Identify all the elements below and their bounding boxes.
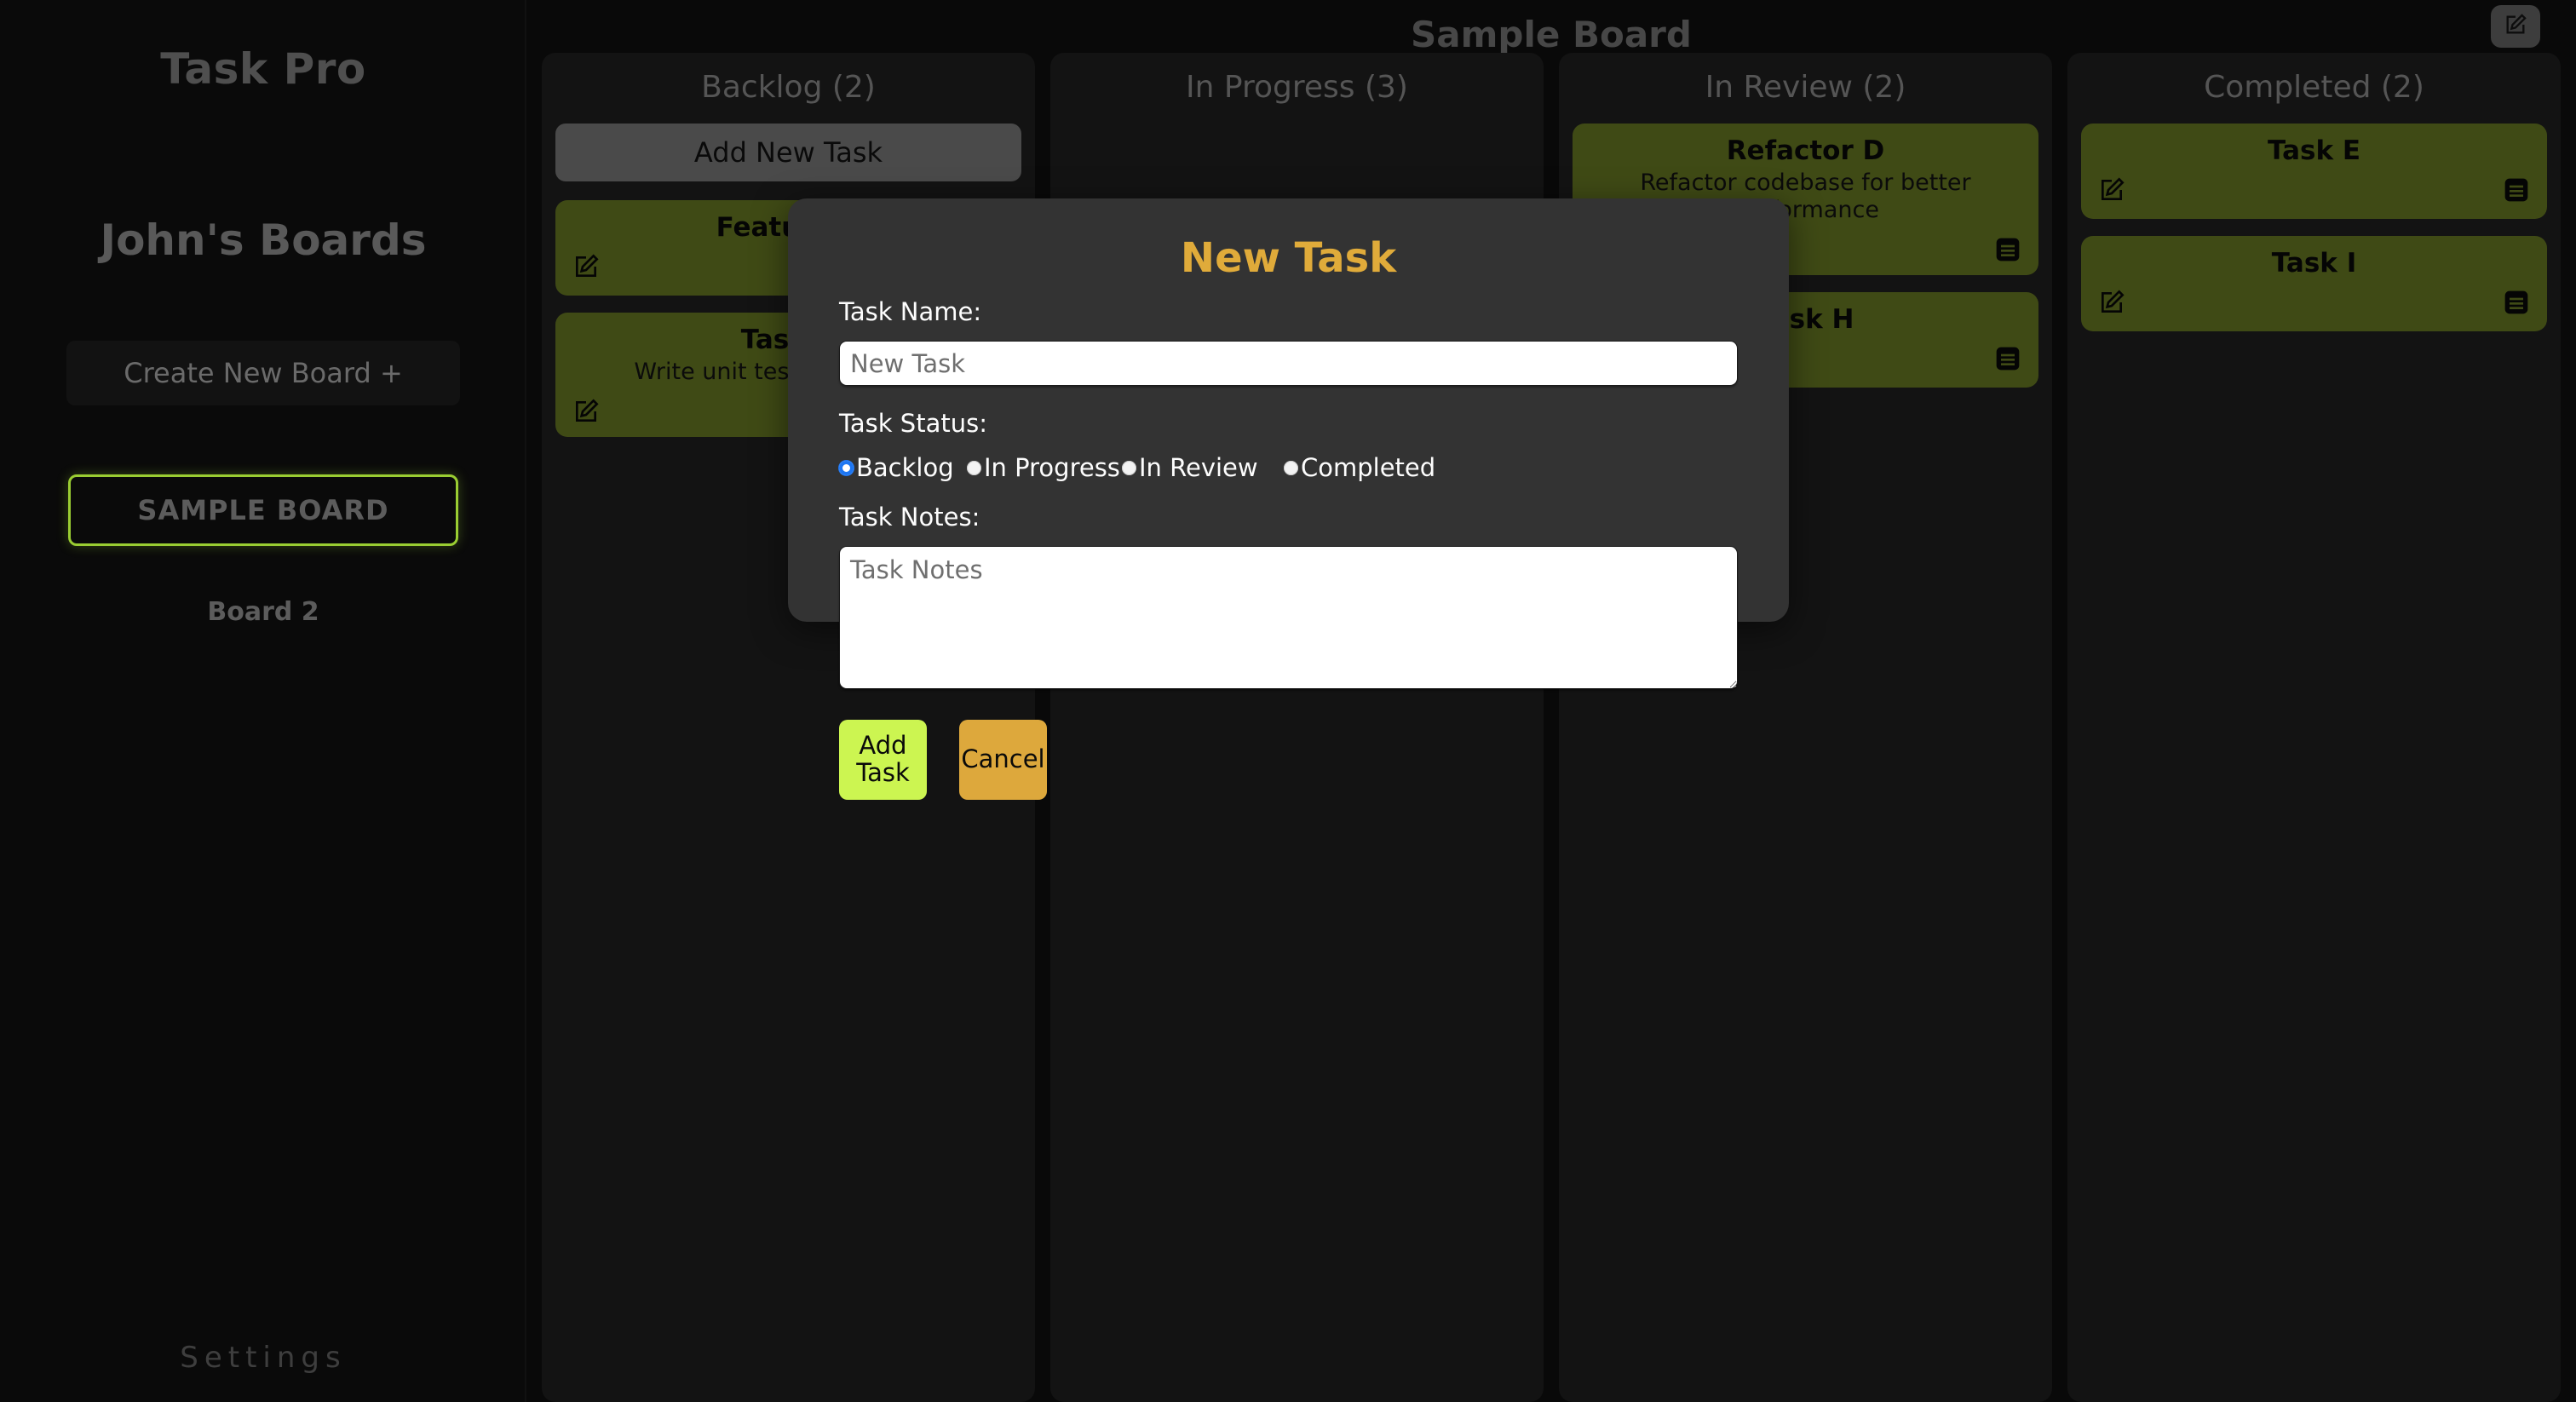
add-task-button[interactable]: Add Task	[839, 720, 927, 800]
boards-heading: John's Boards	[100, 215, 427, 265]
task-card-name: Refactor D	[1726, 135, 1885, 166]
status-radio-in-review[interactable]: In Review	[1122, 453, 1284, 482]
app-title: Task Pro	[160, 44, 366, 94]
column-header: In Progress (3)	[1186, 70, 1408, 105]
radio-dot-icon[interactable]	[1122, 460, 1136, 475]
edit-square-pencil-icon[interactable]	[572, 398, 600, 425]
status-radio-label: Backlog	[856, 453, 954, 482]
status-radio-label: In Progress	[984, 453, 1120, 482]
modal-actions: Add Task Cancel	[839, 720, 1738, 800]
task-status-label: Task Status:	[839, 409, 987, 438]
task-name-input[interactable]	[839, 341, 1738, 386]
notes-lines-icon[interactable]	[2503, 176, 2530, 204]
radio-dot-icon[interactable]	[1284, 460, 1298, 475]
cancel-button[interactable]: Cancel	[959, 720, 1047, 800]
status-radio-label: In Review	[1139, 453, 1258, 482]
edit-square-pencil-icon	[2504, 13, 2527, 40]
task-notes-label: Task Notes:	[839, 503, 980, 531]
task-name-label: Task Name:	[839, 297, 982, 326]
task-card-icons	[2098, 170, 2530, 204]
sidebar-board-board-2[interactable]: Board 2	[68, 588, 458, 635]
add-new-task-button[interactable]: Add New Task	[555, 124, 1021, 181]
column-header: Backlog (2)	[701, 70, 876, 105]
new-task-modal: New Task Task Name: Task Status: Backlog…	[788, 198, 1789, 800]
status-radio-in-progress[interactable]: In Progress	[967, 453, 1122, 482]
status-radio-completed[interactable]: Completed	[1284, 453, 1435, 482]
task-card-name: Task I	[2271, 248, 2357, 279]
task-card[interactable]: Task E	[2081, 124, 2547, 219]
status-radio-label: Completed	[1301, 453, 1436, 482]
board-column: Completed (2) Task E Task I	[2067, 53, 2561, 1402]
task-status-radio-group: Backlog In Progress In Review Completed	[839, 453, 1738, 482]
task-card-name: Task E	[2267, 135, 2361, 166]
task-notes-input[interactable]	[839, 546, 1738, 689]
app-root: Task Pro John's Boards Create New Board …	[0, 0, 2576, 1402]
radio-dot-icon[interactable]	[839, 460, 854, 475]
column-header: Completed (2)	[2204, 70, 2424, 105]
board-title: Sample Board	[1411, 14, 1692, 55]
status-radio-backlog[interactable]: Backlog	[839, 453, 967, 482]
edit-square-pencil-icon[interactable]	[572, 253, 600, 280]
task-card-icons	[2098, 282, 2530, 316]
settings-link[interactable]: Settings	[0, 1341, 526, 1375]
edit-board-button[interactable]	[2491, 5, 2540, 48]
modal-title: New Task	[1180, 234, 1397, 282]
sidebar-board-sample-board[interactable]: SAMPLE BOARD	[68, 474, 458, 546]
notes-lines-icon[interactable]	[2503, 289, 2530, 316]
notes-lines-icon[interactable]	[1994, 345, 2021, 372]
edit-square-pencil-icon[interactable]	[2098, 176, 2125, 204]
notes-lines-icon[interactable]	[1994, 236, 2021, 263]
create-new-board-button[interactable]: Create New Board +	[66, 341, 460, 405]
radio-dot-icon[interactable]	[967, 460, 981, 475]
column-header: In Review (2)	[1705, 70, 1906, 105]
edit-square-pencil-icon[interactable]	[2098, 289, 2125, 316]
task-card[interactable]: Task I	[2081, 236, 2547, 331]
sidebar: Task Pro John's Boards Create New Board …	[0, 0, 526, 1402]
